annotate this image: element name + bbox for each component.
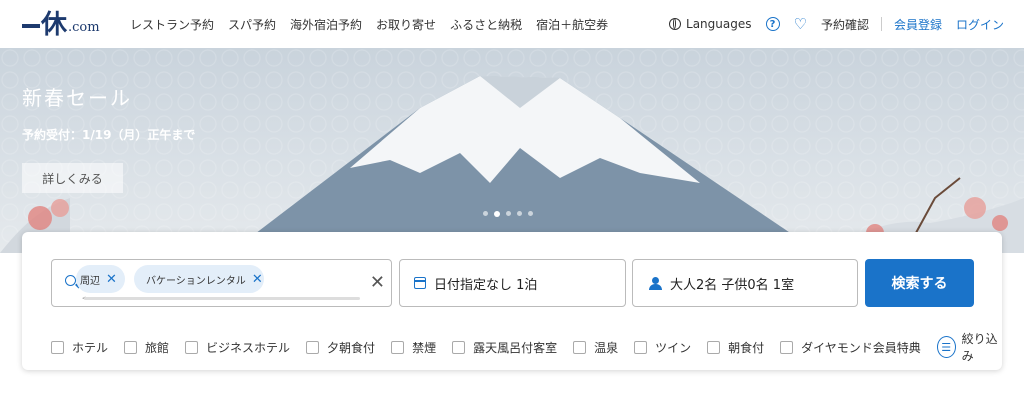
- filter-label: 温泉: [594, 340, 619, 355]
- hero-title: 新春セール: [22, 86, 132, 110]
- filter-non-smoking[interactable]: 禁煙: [391, 339, 436, 356]
- filter-label: 夕朝食付: [327, 340, 376, 355]
- ikyu-logo[interactable]: 休 .com: [22, 10, 100, 38]
- filter-hotel[interactable]: ホテル: [51, 339, 108, 356]
- details-button[interactable]: 詳しくみる: [22, 163, 123, 193]
- carousel-dot-active[interactable]: [494, 211, 500, 217]
- nav-spa[interactable]: スパ予約: [228, 16, 276, 33]
- checkbox[interactable]: [780, 340, 794, 354]
- filter-label: ビジネスホテル: [206, 340, 291, 355]
- checkbox[interactable]: [452, 340, 466, 354]
- nav-order[interactable]: お取り寄せ: [376, 16, 436, 33]
- filter-label: 朝食付: [728, 340, 765, 355]
- filter-breakfast[interactable]: 朝食付: [707, 339, 764, 356]
- filter-label: ダイヤモンド会員特典: [801, 340, 921, 355]
- booking-check-link[interactable]: 予約確認: [821, 16, 869, 33]
- site-header: 休 .com レストラン予約 スパ予約 海外宿泊予約 お取り寄せ ふるさと納税 …: [0, 0, 1024, 48]
- logo-mark: 休: [22, 12, 67, 38]
- filter-onsen[interactable]: 温泉: [573, 339, 618, 356]
- divider: [880, 17, 882, 31]
- filter-twin[interactable]: ツイン: [634, 339, 691, 356]
- carousel-dot[interactable]: [483, 211, 488, 216]
- languages-link[interactable]: Languages: [669, 17, 752, 31]
- filter-icon: ☰: [936, 336, 956, 358]
- filter-label: ツイン: [655, 340, 692, 355]
- chip-remove-icon[interactable]: ✕: [252, 272, 263, 287]
- checkbox[interactable]: [306, 340, 320, 354]
- filter-label: 旅館: [145, 340, 170, 355]
- globe-icon: [669, 18, 682, 30]
- search-button[interactable]: 検索する: [865, 259, 974, 307]
- checkbox[interactable]: [707, 340, 721, 354]
- guest-label: 大人2名 子供0名 1室: [670, 277, 795, 293]
- checkbox[interactable]: [634, 340, 648, 354]
- checkbox[interactable]: [124, 340, 138, 354]
- clear-icon[interactable]: ✕: [370, 272, 385, 293]
- nav-overseas-hotel[interactable]: 海外宿泊予約: [290, 16, 362, 33]
- header-right-nav: Languages ? ♡ 予約確認 会員登録 ログイン: [669, 0, 1004, 48]
- filter-label: ホテル: [72, 340, 109, 355]
- carousel-dot[interactable]: [506, 211, 511, 216]
- carousel-dot[interactable]: [517, 211, 522, 216]
- chips-scrollbar[interactable]: [84, 297, 360, 300]
- narrow-down-button[interactable]: ☰ 絞り込み: [936, 330, 1002, 364]
- search-icon: [65, 275, 76, 286]
- checkbox[interactable]: [185, 340, 199, 354]
- chip-label: 周辺: [80, 275, 100, 287]
- languages-label: Languages: [686, 17, 752, 31]
- filter-two-meals[interactable]: 夕朝食付: [306, 339, 375, 356]
- destination-field[interactable]: 周辺 ✕ バケーションレンタル ✕ ◂ ✕: [51, 259, 392, 307]
- person-icon: [649, 276, 662, 290]
- date-label: 日付指定なし 1泊: [434, 277, 538, 293]
- nav-restaurant[interactable]: レストラン予約: [130, 16, 214, 33]
- logo-dotcom: .com: [68, 20, 100, 35]
- narrow-label: 絞り込み: [961, 332, 998, 363]
- filter-diamond-member[interactable]: ダイヤモンド会員特典: [780, 339, 921, 356]
- heart-icon[interactable]: ♡: [794, 17, 807, 32]
- checkbox[interactable]: [51, 340, 64, 354]
- nav-hotel-air[interactable]: 宿泊＋航空券: [536, 16, 608, 33]
- search-panel: 周辺 ✕ バケーションレンタル ✕ ◂ ✕ 日付指定なし 1泊 大人2名 子供0…: [22, 232, 1002, 370]
- carousel-dots: [483, 211, 533, 217]
- checkbox[interactable]: [391, 340, 405, 354]
- nav-furusato[interactable]: ふるさと納税: [450, 16, 522, 33]
- filter-label: 禁煙: [412, 340, 437, 355]
- filter-business-hotel[interactable]: ビジネスホテル: [185, 339, 290, 356]
- filter-open-air-bath[interactable]: 露天風呂付客室: [452, 339, 557, 356]
- hero-subtitle: 予約受付：1/19（月）正午まで: [22, 128, 196, 142]
- filter-checkboxes: ホテル 旅館 ビジネスホテル 夕朝食付 禁煙 露天風呂付客室 温泉 ツイン 朝食…: [51, 330, 1002, 364]
- date-field[interactable]: 日付指定なし 1泊: [399, 259, 626, 307]
- chip-remove-icon[interactable]: ✕: [106, 272, 117, 287]
- hero-banner[interactable]: 新春セール 予約受付：1/19（月）正午まで 詳しくみる: [0, 48, 1024, 253]
- main-nav: レストラン予約 スパ予約 海外宿泊予約 お取り寄せ ふるさと納税 宿泊＋航空券: [130, 0, 622, 48]
- filter-label: 露天風呂付客室: [473, 340, 558, 355]
- calendar-icon: [414, 277, 426, 289]
- register-link[interactable]: 会員登録: [894, 16, 942, 33]
- login-link[interactable]: ログイン: [956, 16, 1004, 33]
- mount-fuji-illustration: [0, 76, 1024, 253]
- guest-field[interactable]: 大人2名 子供0名 1室: [632, 259, 858, 307]
- filter-ryokan[interactable]: 旅館: [124, 339, 169, 356]
- chip-nearby[interactable]: 周辺 ✕: [76, 265, 125, 293]
- help-icon[interactable]: ?: [765, 17, 780, 31]
- carousel-dot[interactable]: [528, 211, 533, 216]
- chip-vacation-rental[interactable]: バケーションレンタル ✕: [134, 265, 264, 293]
- chip-label: バケーションレンタル: [146, 275, 246, 287]
- checkbox[interactable]: [573, 340, 587, 354]
